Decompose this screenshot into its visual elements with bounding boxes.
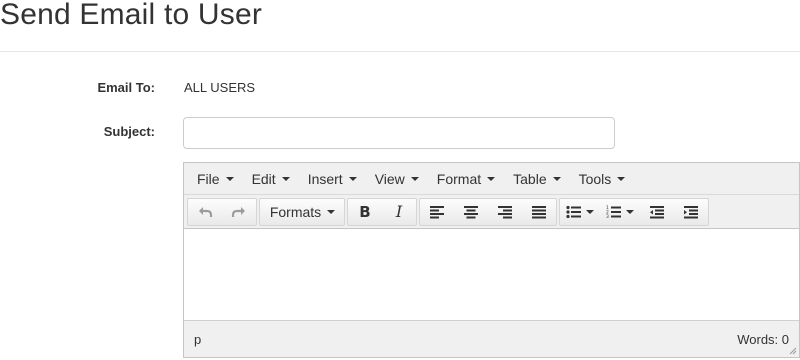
caret-down-icon xyxy=(225,176,234,181)
menu-view[interactable]: View xyxy=(366,171,428,187)
undo-icon xyxy=(199,206,213,217)
menu-table[interactable]: Table xyxy=(504,171,569,187)
formats-label: Formats xyxy=(269,203,322,220)
bullet-list-button[interactable] xyxy=(560,199,600,225)
outdent-icon xyxy=(650,205,664,218)
menu-format[interactable]: Format xyxy=(428,171,504,187)
numbered-list-icon: 123 xyxy=(606,205,621,219)
email-to-value: ALL USERS xyxy=(184,80,256,95)
caret-down-icon xyxy=(410,176,419,181)
numbered-list-button[interactable]: 123 xyxy=(600,199,640,225)
menu-edit[interactable]: Edit xyxy=(243,171,299,187)
menu-file[interactable]: File xyxy=(188,171,243,187)
redo-icon xyxy=(231,206,245,217)
caret-down-icon xyxy=(626,209,634,214)
title-divider xyxy=(0,51,800,52)
redo-button[interactable] xyxy=(222,199,256,225)
bold-button[interactable]: B xyxy=(348,199,382,225)
indent-button[interactable] xyxy=(674,199,708,225)
caret-down-icon xyxy=(586,209,594,214)
menu-view-label: View xyxy=(374,170,405,187)
caret-down-icon xyxy=(552,176,561,181)
menu-format-label: Format xyxy=(436,170,482,187)
subject-input[interactable] xyxy=(183,117,615,149)
caret-down-icon xyxy=(487,176,496,181)
editor-statusbar: p Words: 0 xyxy=(184,321,799,357)
email-to-label: Email To: xyxy=(97,80,155,95)
undo-button[interactable] xyxy=(188,199,222,225)
caret-down-icon xyxy=(617,176,626,181)
formats-dropdown[interactable]: Formats xyxy=(260,199,344,225)
history-group xyxy=(187,197,257,226)
editor-toolbar: Formats B I 1 2 3 xyxy=(184,195,799,229)
alignment-group xyxy=(419,197,557,226)
element-path[interactable]: p xyxy=(194,332,201,347)
align-center-button[interactable] xyxy=(454,199,488,225)
align-left-icon xyxy=(430,205,444,218)
resize-handle-icon[interactable] xyxy=(789,347,797,355)
align-center-icon xyxy=(464,205,478,218)
rich-text-editor: File Edit Insert View Format Table Tools… xyxy=(183,162,800,358)
caret-down-icon xyxy=(281,176,290,181)
bullet-list-icon xyxy=(566,205,581,218)
align-justify-icon xyxy=(532,205,546,218)
menu-insert[interactable]: Insert xyxy=(299,171,366,187)
align-right-button[interactable] xyxy=(488,199,522,225)
bold-icon: B xyxy=(359,202,371,221)
word-count: Words: 0 xyxy=(737,331,789,347)
menu-tools[interactable]: Tools xyxy=(570,171,635,187)
menu-edit-label: Edit xyxy=(251,170,276,187)
svg-text:3: 3 xyxy=(606,214,609,219)
text-style-group: B I xyxy=(347,197,417,226)
menu-tools-label: Tools xyxy=(578,170,612,187)
align-left-button[interactable] xyxy=(420,199,454,225)
caret-down-icon xyxy=(348,176,357,181)
caret-down-icon xyxy=(327,209,336,214)
italic-button[interactable]: I xyxy=(382,199,416,225)
list-indent-group: 123 xyxy=(559,197,709,226)
subject-label: Subject: xyxy=(103,124,155,139)
editor-menubar: File Edit Insert View Format Table Tools xyxy=(184,163,799,195)
formats-group: Formats xyxy=(259,197,345,226)
indent-icon xyxy=(684,205,698,218)
italic-icon: I xyxy=(395,202,403,221)
outdent-button[interactable] xyxy=(640,199,674,225)
menu-table-label: Table xyxy=(513,170,547,187)
page-title: Send Email to User xyxy=(0,0,263,31)
align-right-icon xyxy=(498,205,512,218)
menu-file-label: File xyxy=(197,170,220,187)
align-justify-button[interactable] xyxy=(522,199,556,225)
editor-content-area[interactable] xyxy=(184,229,799,321)
menu-insert-label: Insert xyxy=(307,170,343,187)
